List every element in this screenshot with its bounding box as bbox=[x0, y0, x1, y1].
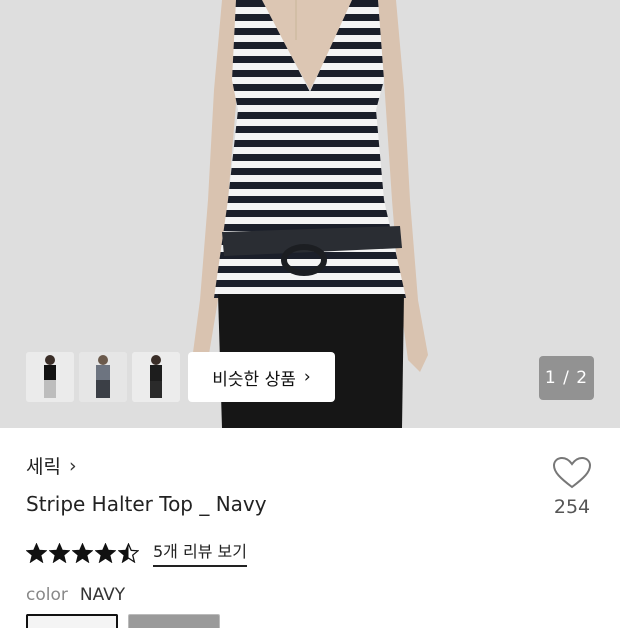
color-label: color bbox=[26, 585, 68, 605]
star-half-icon bbox=[118, 542, 139, 563]
similar-products-button[interactable]: 비슷한 상품 › bbox=[188, 352, 335, 402]
similar-products-label: 비슷한 상품 bbox=[212, 369, 296, 390]
image-pager: 1 / 2 bbox=[539, 356, 594, 400]
star-rating bbox=[26, 542, 139, 563]
color-row: color NAVY bbox=[26, 585, 125, 605]
color-swatch-navy[interactable] bbox=[26, 614, 118, 628]
color-swatch-gray[interactable] bbox=[128, 614, 220, 628]
thumbnail-gray-top[interactable] bbox=[79, 352, 127, 402]
brand-name: 세릭 bbox=[26, 456, 61, 478]
star-full-icon bbox=[26, 542, 47, 563]
brand-link[interactable]: 세릭 › bbox=[26, 452, 77, 479]
chevron-right-icon: › bbox=[303, 367, 311, 387]
thumbnail-strip bbox=[26, 352, 180, 402]
product-image[interactable]: 비슷한 상품 › 1 / 2 bbox=[0, 0, 620, 428]
color-swatches bbox=[26, 614, 220, 628]
color-value: NAVY bbox=[79, 585, 126, 605]
like-count: 254 bbox=[553, 496, 591, 518]
rating-row: 5개 리뷰 보기 bbox=[26, 538, 247, 567]
star-full-icon bbox=[95, 542, 116, 563]
review-link[interactable]: 5개 리뷰 보기 bbox=[153, 538, 247, 567]
heart-icon bbox=[552, 456, 592, 489]
star-full-icon bbox=[72, 542, 93, 563]
thumbnail-black-tank[interactable] bbox=[132, 352, 180, 402]
chevron-right-icon: › bbox=[68, 454, 77, 477]
product-title: Stripe Halter Top _ Navy bbox=[26, 492, 267, 516]
star-full-icon bbox=[49, 542, 70, 563]
thumbnail-black-top[interactable] bbox=[26, 352, 74, 402]
like-button[interactable]: 254 bbox=[547, 456, 597, 518]
